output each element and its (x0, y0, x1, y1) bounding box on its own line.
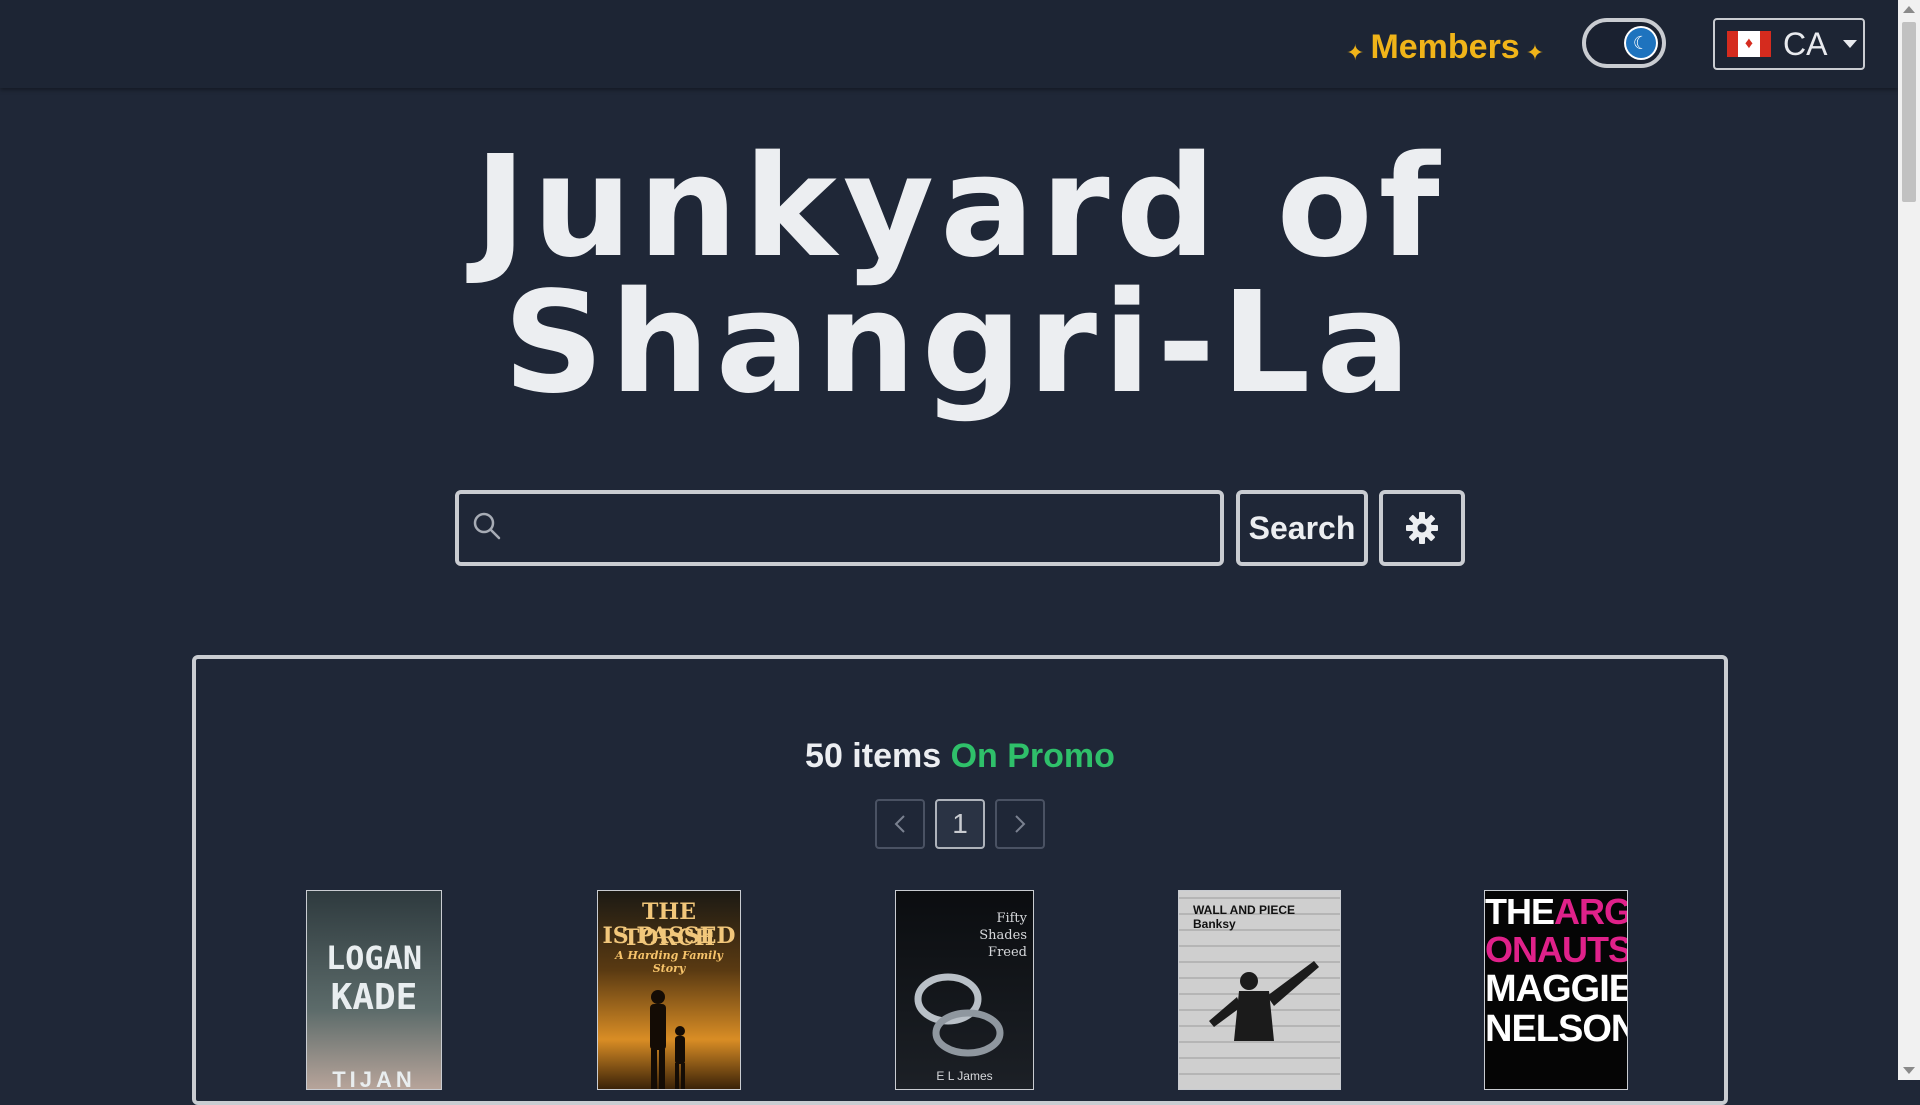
thrower-image (1209, 961, 1319, 1041)
site-title-line2: Shangri-La (503, 262, 1417, 425)
book-title: LOGAN (325, 939, 423, 977)
handcuffs-image (914, 973, 1004, 1057)
promo-panel: 50 items On Promo 1 LOGAN KADE TIJAN THE… (192, 655, 1728, 1105)
country-select[interactable]: ♦ CA (1713, 18, 1865, 70)
book-title-accent: ARG (1554, 891, 1628, 932)
book-cover[interactable]: Fifty Shades Freed E L James (895, 890, 1034, 1090)
theme-toggle[interactable]: ☾ (1582, 18, 1666, 68)
scroll-thumb[interactable] (1902, 22, 1916, 202)
page-scrollbar[interactable] (1898, 0, 1920, 1080)
search-box (455, 490, 1224, 566)
promo-count: 50 items (805, 737, 942, 775)
book-author: TIJAN (332, 1067, 416, 1090)
members-label: Members (1370, 27, 1520, 66)
next-page-button[interactable] (995, 799, 1045, 849)
scroll-up-arrow-icon[interactable] (1903, 6, 1915, 13)
book-author: E L James (936, 1069, 993, 1083)
book-title: Fifty (996, 911, 1027, 926)
members-link[interactable]: ✦ Members ✦ (1346, 24, 1544, 70)
book-author: Banksy (1193, 917, 1236, 931)
sparkle-icon: ✦ (1346, 40, 1365, 65)
gear-icon (1406, 512, 1438, 544)
country-code: CA (1783, 25, 1828, 62)
toggle-knob: ☾ (1624, 26, 1658, 60)
top-navbar: ✦ Members ✦ ☾ ♦ CA (0, 0, 1898, 88)
sparkle-icon: ✦ (1525, 40, 1545, 65)
moon-icon: ☾ (1626, 28, 1656, 58)
book-title: Shades (979, 928, 1027, 943)
book-title: WALL AND PIECE (1193, 903, 1296, 917)
search-input[interactable] (519, 504, 1213, 554)
search-icon (473, 512, 501, 540)
promo-heading: 50 items On Promo (196, 737, 1724, 776)
chevron-down-icon (1843, 40, 1858, 48)
search-button[interactable]: Search (1236, 490, 1368, 566)
scroll-down-arrow-icon[interactable] (1903, 1067, 1915, 1074)
book-title: THEARG (1485, 893, 1627, 931)
page-number-button[interactable]: 1 (935, 799, 985, 849)
prev-page-button[interactable] (875, 799, 925, 849)
site-title: Junkyard of Shangri-La (380, 126, 1540, 425)
book-cover[interactable]: THEARG ONAUTS MAGGIE NELSON (1484, 890, 1628, 1090)
search-settings-button[interactable] (1379, 490, 1465, 566)
site-title-line1: Junkyard of (474, 126, 1446, 289)
canada-flag-icon: ♦ (1727, 31, 1771, 57)
chevron-right-icon (1015, 815, 1026, 833)
book-cover[interactable]: THE TORCH IS PASSED A Harding Family Sto… (597, 890, 741, 1090)
promo-status: On Promo (950, 737, 1115, 775)
silhouette-image (650, 990, 685, 1089)
book-author: MAGGIE (1485, 968, 1628, 1010)
book-title-part: THE (1485, 891, 1555, 932)
book-title: IS PASSED (602, 923, 736, 949)
book-cover[interactable]: WALL AND PIECE Banksy (1178, 890, 1341, 1090)
book-author: NELSON (1485, 1008, 1628, 1050)
book-cover[interactable]: LOGAN KADE TIJAN (306, 890, 442, 1090)
book-title: KADE (330, 977, 418, 1018)
chevron-left-icon (894, 815, 905, 833)
pagination: 1 (875, 799, 1045, 849)
book-title: ONAUTS (1485, 929, 1628, 970)
